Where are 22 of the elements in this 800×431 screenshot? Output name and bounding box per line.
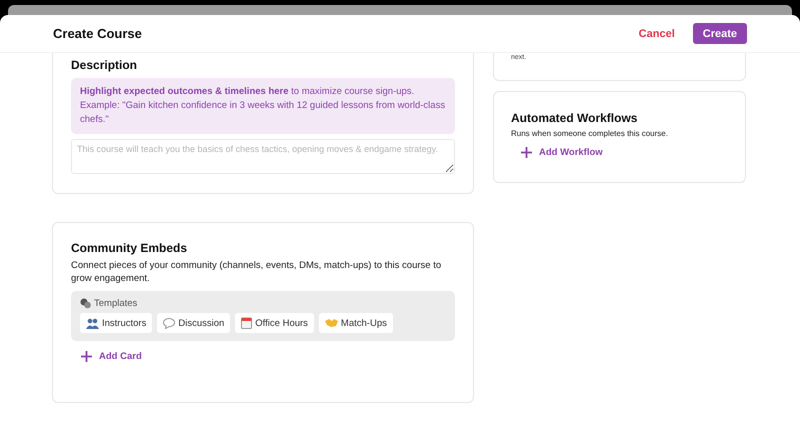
add-card-button[interactable]: Add Card <box>71 341 152 372</box>
template-chip[interactable]: Instructors <box>80 313 152 333</box>
create-button[interactable]: Create <box>692 23 747 44</box>
section-heading: Community Embeds <box>71 241 188 255</box>
add-workflow-button[interactable]: Add Workflow <box>511 138 613 167</box>
calendar-icon <box>241 317 252 329</box>
plus-icon <box>521 147 532 158</box>
section-heading: Description <box>71 58 138 72</box>
section-heading: Automated Workflows <box>511 111 638 125</box>
section-description: Runs when someone completes this course. <box>511 129 669 138</box>
hint-callout: Highlight expected outcomes & timelines here to maximize course sign-ups. Example: "Gain kitchen confidence in 3 weeks with 12 guided lessons from world-class chefs." <box>71 78 455 134</box>
modal-title: Create Course <box>53 26 142 41</box>
template-chip[interactable]: Match-Ups <box>318 313 393 333</box>
people-icon <box>86 318 99 328</box>
description-field[interactable]: This course will teach you the basics of chess tactics, opening moves & endgame strategy. <box>71 139 455 174</box>
templates-label: Templates <box>94 298 138 309</box>
section-description: Connect pieces of your community (channels, events, DMs, match-ups) to this course to grow engagement. <box>71 259 442 285</box>
template-chip[interactable]: Discussion <box>157 313 230 333</box>
template-chip[interactable]: Office Hours <box>235 313 314 333</box>
speech-bubble-icon <box>163 318 176 328</box>
plus-icon <box>81 351 92 362</box>
cancel-button[interactable]: Cancel <box>636 24 677 44</box>
